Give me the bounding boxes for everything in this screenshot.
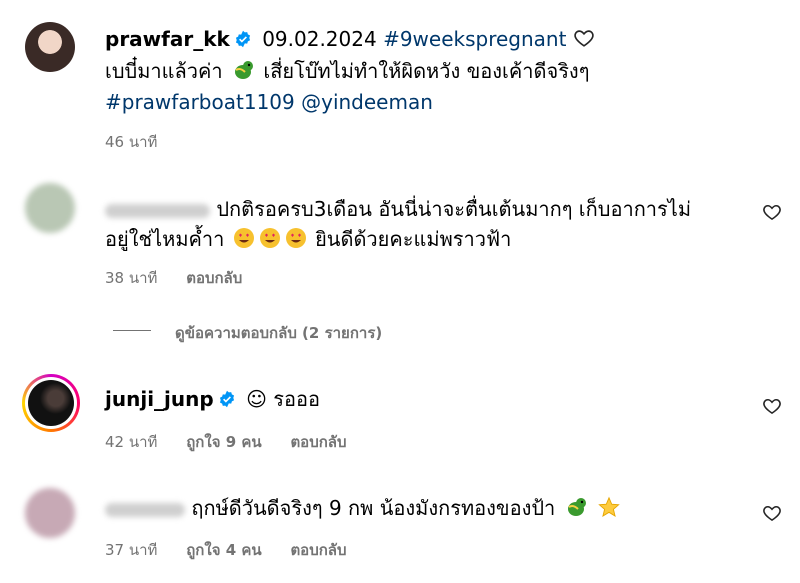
dragon-emoji: [231, 59, 255, 87]
verified-badge-icon: [234, 28, 252, 54]
blurred-username[interactable]: [105, 502, 185, 517]
comment-text: ☺ รอออ: [246, 387, 321, 411]
comment-time: 42 นาที: [105, 433, 158, 451]
comment-time: 37 นาที: [105, 541, 158, 559]
story-ring-avatar[interactable]: [22, 374, 80, 432]
comment-time: 38 นาที: [105, 269, 158, 287]
comment-text: ปกติรอครบ3เดือน อันนี่น่าจะตื่นเต้นมากๆ …: [216, 197, 692, 221]
comment-line: ฤกษ์ดีวันดีจริงๆ 9 กพ น้องมังกรทองของป้า: [105, 495, 622, 524]
view-replies-divider: [113, 330, 151, 331]
star-emoji: [598, 496, 620, 524]
heart-outline-icon[interactable]: [762, 503, 782, 523]
comment-avatar[interactable]: [25, 488, 75, 538]
comment-text: ฤกษ์ดีวันดีจริงๆ 9 กพ น้องมังกรทองของป้า: [191, 496, 556, 520]
hashtag-link[interactable]: #prawfarboat1109: [105, 90, 295, 114]
comment-meta: 37 นาที ถูกใจ 4 คน ตอบกลับ: [105, 538, 371, 562]
comment-meta: 42 นาที ถูกใจ 9 คน ตอบกลับ: [105, 430, 371, 454]
like-count[interactable]: ถูกใจ 9 คน: [186, 433, 261, 451]
post-date: 09.02.2024: [262, 27, 377, 51]
comment-text: อยู่ใช่ไหมค้ำา: [105, 227, 225, 251]
heart-eyes-emoji: [285, 227, 307, 255]
post-caption-line: เบบี๋มาแล้วค่า เสี่ยโบ๊ทไม่ทำให้ผิดหวัง …: [105, 58, 589, 87]
reply-button[interactable]: ตอบกลับ: [290, 541, 346, 559]
dragon-emoji: [564, 496, 588, 524]
heart-outline-icon[interactable]: [573, 27, 595, 55]
blurred-username[interactable]: [105, 203, 210, 218]
verified-badge-icon: [218, 388, 236, 414]
heart-outline-icon[interactable]: [762, 396, 782, 416]
like-count[interactable]: ถูกใจ 4 คน: [186, 541, 261, 559]
comment-username[interactable]: junji_junp: [105, 387, 214, 411]
post-caption: เบบี๋มาแล้วค่า: [105, 59, 223, 83]
post-time: 46 นาที: [105, 133, 158, 151]
post-tags-line: #prawfarboat1109 @yindeeman: [105, 89, 433, 115]
heart-eyes-emoji: [233, 227, 255, 255]
comment-line: junji_junp ☺ รอออ: [105, 386, 320, 414]
reply-button[interactable]: ตอบกลับ: [290, 433, 346, 451]
comment-meta: 38 นาที ตอบกลับ: [105, 266, 266, 290]
comment-text: ยินดีด้วยคะแม่พราวฟ้า: [315, 227, 512, 251]
view-replies-button[interactable]: ดูข้อความตอบกลับ (2 รายการ): [175, 321, 382, 345]
hashtag-link[interactable]: #9weekspregnant: [383, 27, 566, 51]
post-caption-continued: เสี่ยโบ๊ทไม่ทำให้ผิดหวัง ของเค้าดีจริงๆ: [263, 59, 590, 83]
post-author-avatar[interactable]: [25, 22, 75, 72]
post-header-line: prawfar_kk 09.02.2024 #9weekspregnant: [105, 26, 595, 55]
comment-line: ปกติรอครบ3เดือน อันนี่น่าจะตื่นเต้นมากๆ …: [105, 196, 691, 222]
heart-eyes-emoji: [259, 227, 281, 255]
comment-avatar[interactable]: [25, 183, 75, 233]
comment-line: อยู่ใช่ไหมค้ำา ยินดีด้วยคะแม่พราวฟ้า: [105, 226, 511, 255]
reply-button[interactable]: ตอบกลับ: [186, 269, 242, 287]
mention-link[interactable]: @yindeeman: [301, 90, 433, 114]
post-username[interactable]: prawfar_kk: [105, 27, 230, 51]
heart-outline-icon[interactable]: [762, 202, 782, 222]
